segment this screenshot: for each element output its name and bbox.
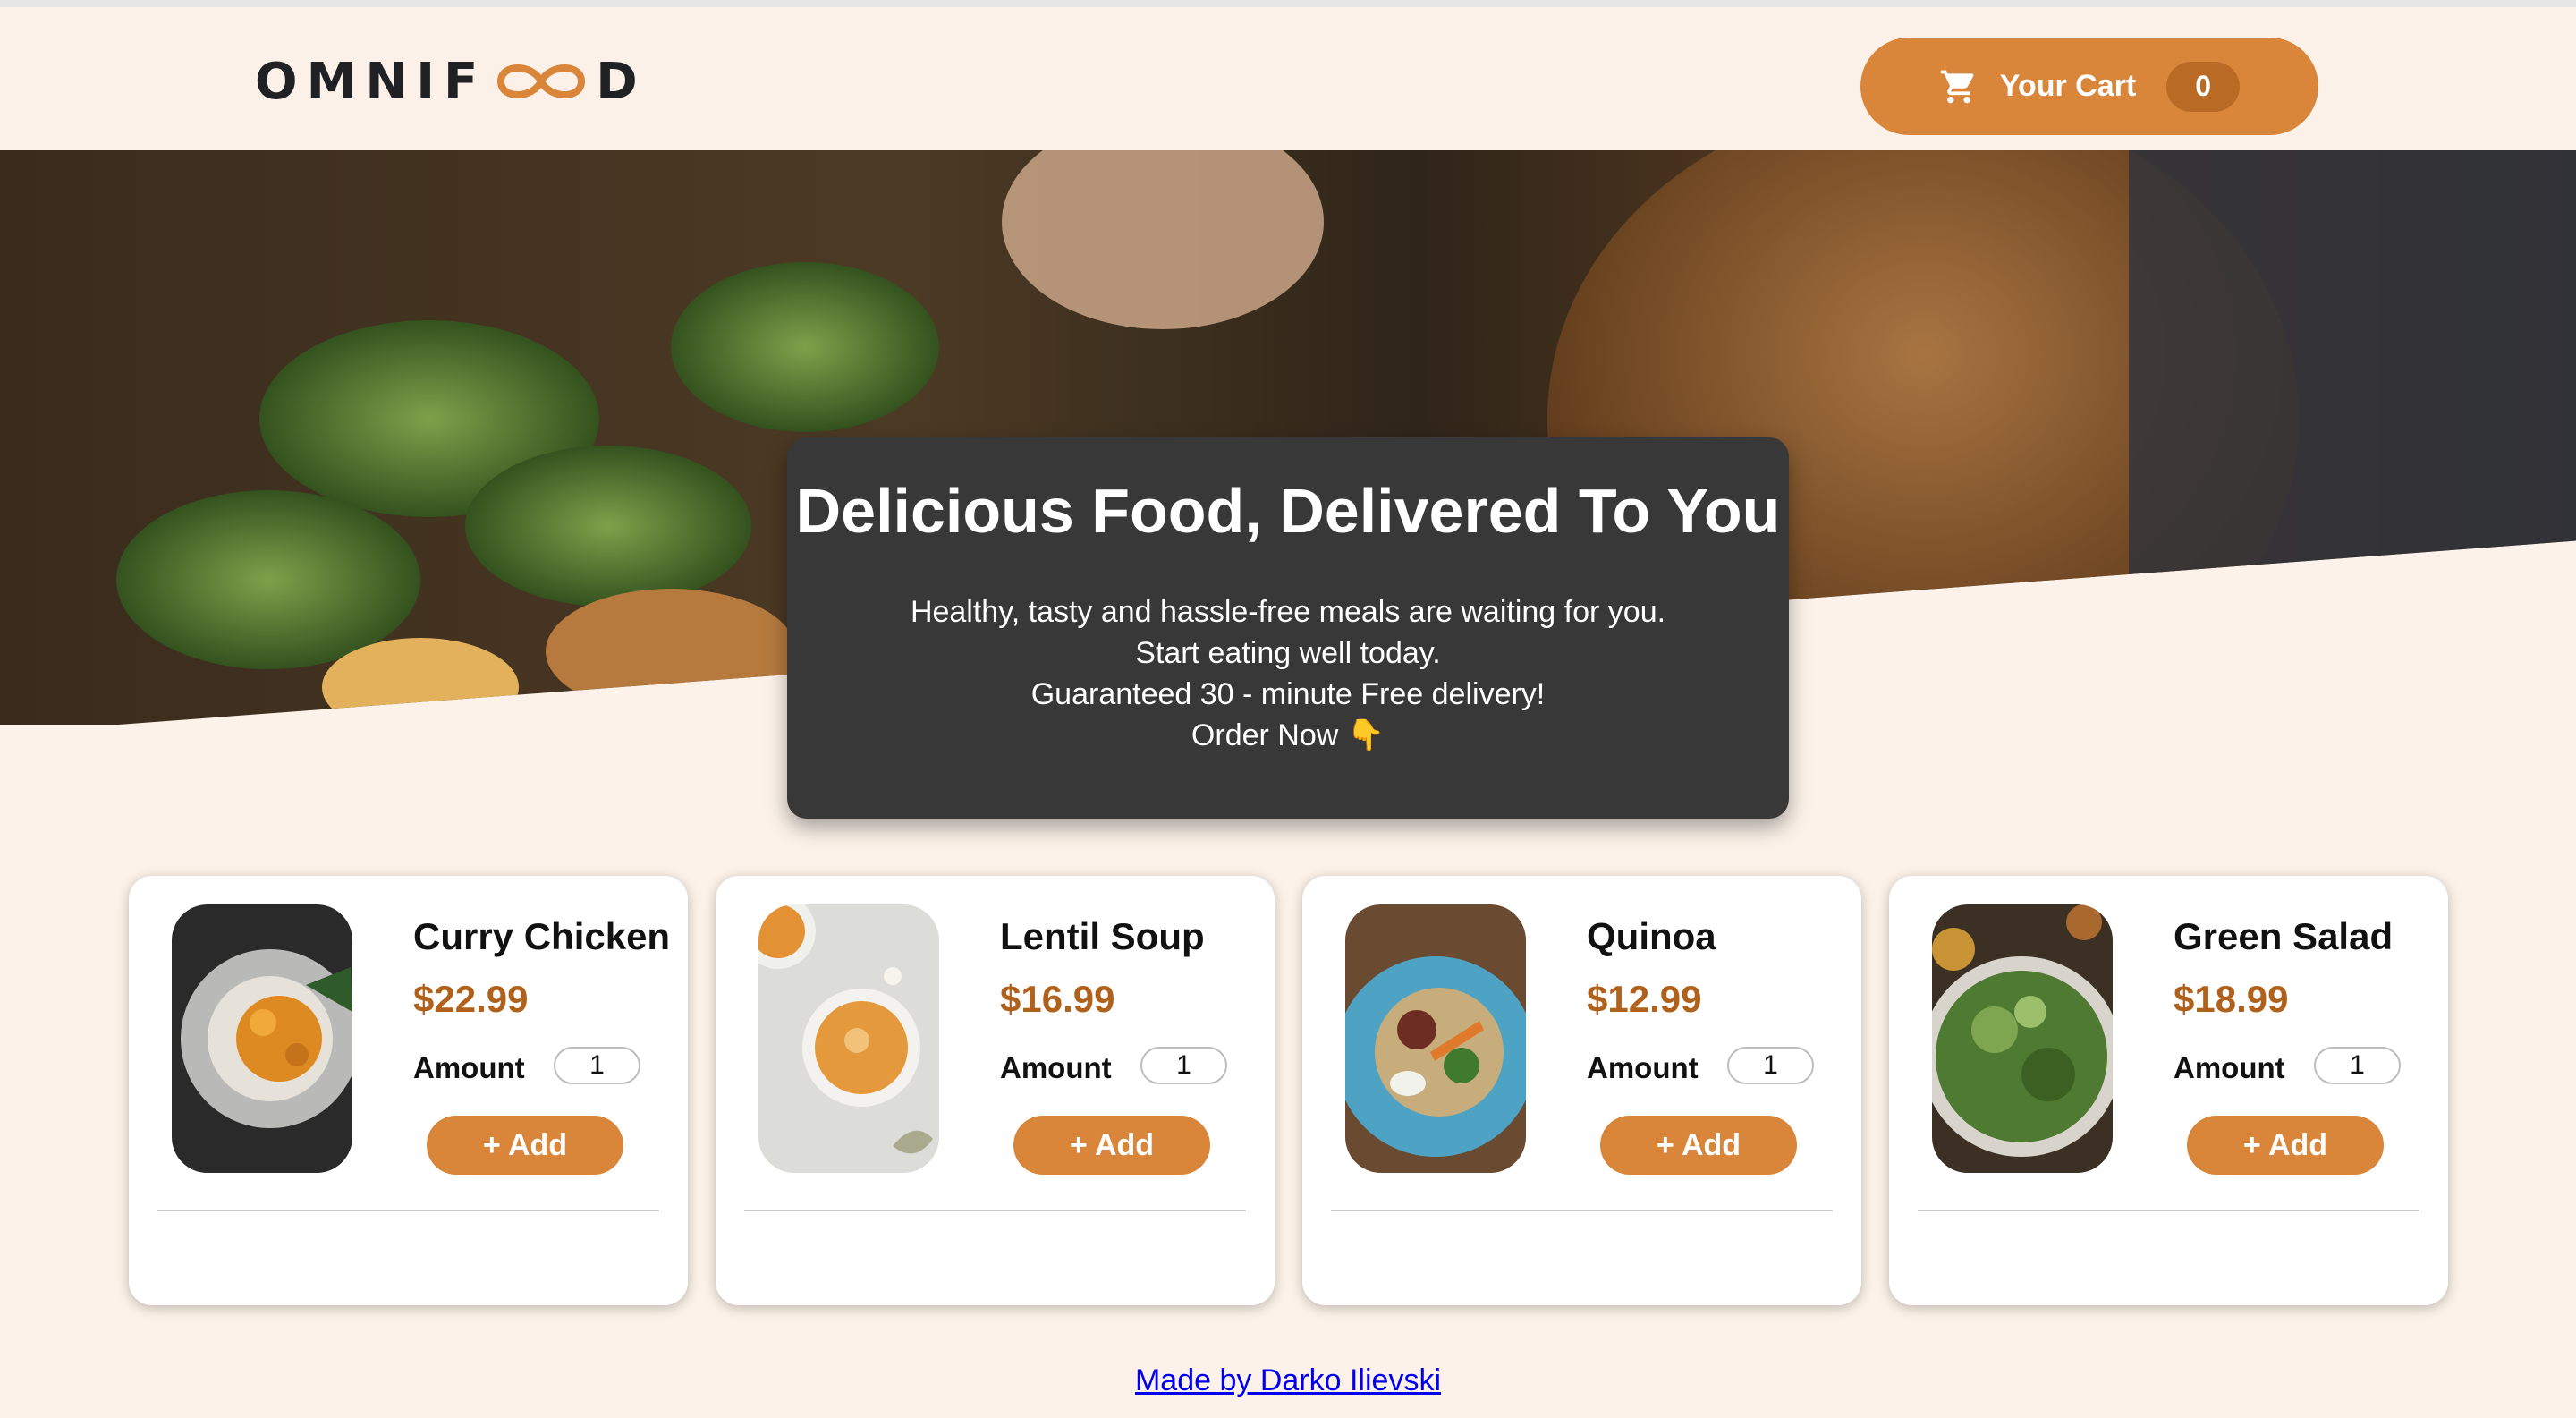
divider <box>1331 1210 1833 1211</box>
meal-name: Quinoa <box>1587 915 1716 957</box>
amount-label: Amount <box>2174 1051 2285 1084</box>
meal-price: $22.99 <box>413 978 529 1020</box>
add-button[interactable]: + Add <box>427 1116 623 1175</box>
meal-name: Green Salad <box>2174 915 2394 957</box>
meal-name: Lentil Soup <box>1000 915 1205 957</box>
amount-label: Amount <box>413 1051 525 1084</box>
cart-count-badge: 0 <box>2166 61 2241 112</box>
hero-line: Healthy, tasty and hassle-free meals are… <box>910 595 1666 629</box>
hero-line: Order Now 👇 <box>1191 718 1385 752</box>
amount-input[interactable] <box>1727 1047 1814 1084</box>
logo-text-left: OMNIF <box>255 52 487 111</box>
hero-title: Delicious Food, Delivered To You <box>795 476 1781 546</box>
green-salad-image <box>1932 904 2113 1173</box>
add-button[interactable]: + Add <box>2187 1116 2384 1175</box>
cart-button[interactable]: Your Cart 0 <box>1860 38 2318 135</box>
amount-input[interactable] <box>2314 1047 2401 1084</box>
meal-price: $16.99 <box>1000 978 1115 1020</box>
meal-card: Quinoa $12.99 Amount + Add <box>1302 876 1861 1305</box>
meal-card: Curry Chicken $22.99 Amount + Add <box>129 876 688 1305</box>
meal-price: $18.99 <box>2174 978 2289 1020</box>
amount-label: Amount <box>1587 1051 1699 1084</box>
header: OMNIF D Your Cart 0 <box>0 7 2576 150</box>
meal-price: $12.99 <box>1587 978 1702 1020</box>
quinoa-image <box>1345 904 1526 1173</box>
footer-credit-link[interactable]: Made by Darko Ilievski <box>0 1363 2576 1398</box>
cart-label: Your Cart <box>1999 69 2137 103</box>
divider <box>1918 1210 2419 1211</box>
summary-box: Delicious Food, Delivered To You Healthy… <box>787 437 1789 819</box>
add-button[interactable]: + Add <box>1013 1116 1210 1175</box>
infinity-icon <box>497 64 586 98</box>
amount-label: Amount <box>1000 1051 1112 1084</box>
cart-icon <box>1940 70 1974 103</box>
amount-input[interactable] <box>1140 1047 1227 1084</box>
divider <box>744 1210 1246 1211</box>
meal-card: Green Salad $18.99 Amount + Add <box>1889 876 2448 1305</box>
divider <box>157 1210 659 1211</box>
curry-chicken-image <box>172 904 352 1173</box>
page: OMNIF D Your Cart 0 Delicious Food, Deli… <box>0 0 2576 1418</box>
top-border <box>0 0 2576 7</box>
lentil-soup-image <box>758 904 939 1173</box>
amount-input[interactable] <box>554 1047 640 1084</box>
logo[interactable]: OMNIF D <box>255 50 647 113</box>
hero-description: Healthy, tasty and hassle-free meals are… <box>787 591 1789 756</box>
meal-name: Curry Chicken <box>413 915 671 957</box>
add-button[interactable]: + Add <box>1600 1116 1797 1175</box>
logo-text-right: D <box>596 52 647 111</box>
meal-card: Lentil Soup $16.99 Amount + Add <box>716 876 1275 1305</box>
hero-line: Start eating well today. <box>1135 636 1441 670</box>
hero-line: Guaranteed 30 - minute Free delivery! <box>1030 677 1546 711</box>
